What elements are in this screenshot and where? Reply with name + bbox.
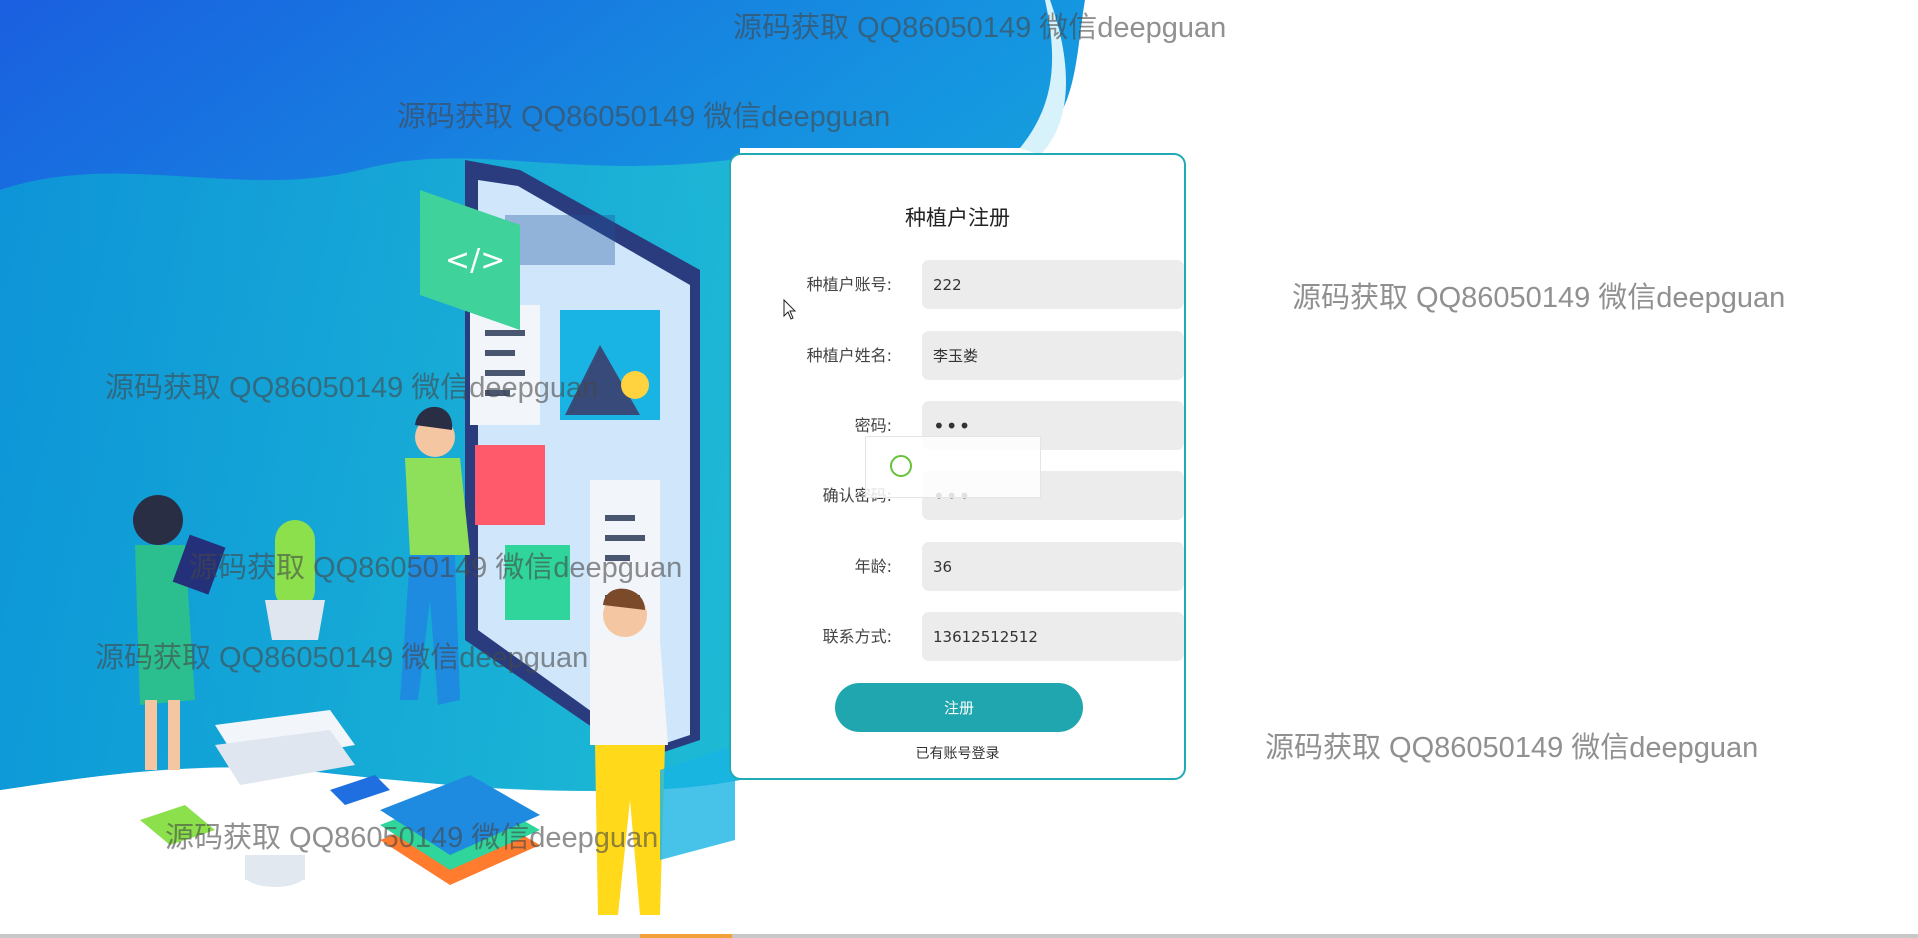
- bottom-divider: [0, 934, 1918, 938]
- bottom-divider-accent: [640, 934, 732, 938]
- account-input[interactable]: [922, 260, 1184, 309]
- name-row: 种植户姓名:: [771, 331, 1184, 380]
- account-row: 种植户账号:: [771, 260, 1184, 309]
- phone-row: 联系方式:: [771, 612, 1184, 661]
- check-circle-icon: [890, 455, 912, 477]
- password-label: 密码:: [854, 415, 892, 435]
- phone-input[interactable]: [922, 612, 1184, 661]
- svg-text:</>: </>: [445, 243, 505, 278]
- account-label: 种植户账号:: [806, 274, 892, 294]
- mouse-cursor-icon: [783, 299, 797, 320]
- phone-label: 联系方式:: [822, 626, 892, 646]
- form-title: 种植户注册: [905, 206, 1010, 230]
- login-link[interactable]: 已有账号登录: [731, 743, 1184, 763]
- age-input[interactable]: [922, 542, 1184, 591]
- name-label: 种植户姓名:: [806, 345, 892, 365]
- name-input[interactable]: [922, 331, 1184, 380]
- register-button[interactable]: 注册: [835, 683, 1083, 732]
- age-label: 年龄:: [854, 556, 892, 576]
- success-toast: [865, 436, 1041, 498]
- age-row: 年龄:: [771, 542, 1184, 591]
